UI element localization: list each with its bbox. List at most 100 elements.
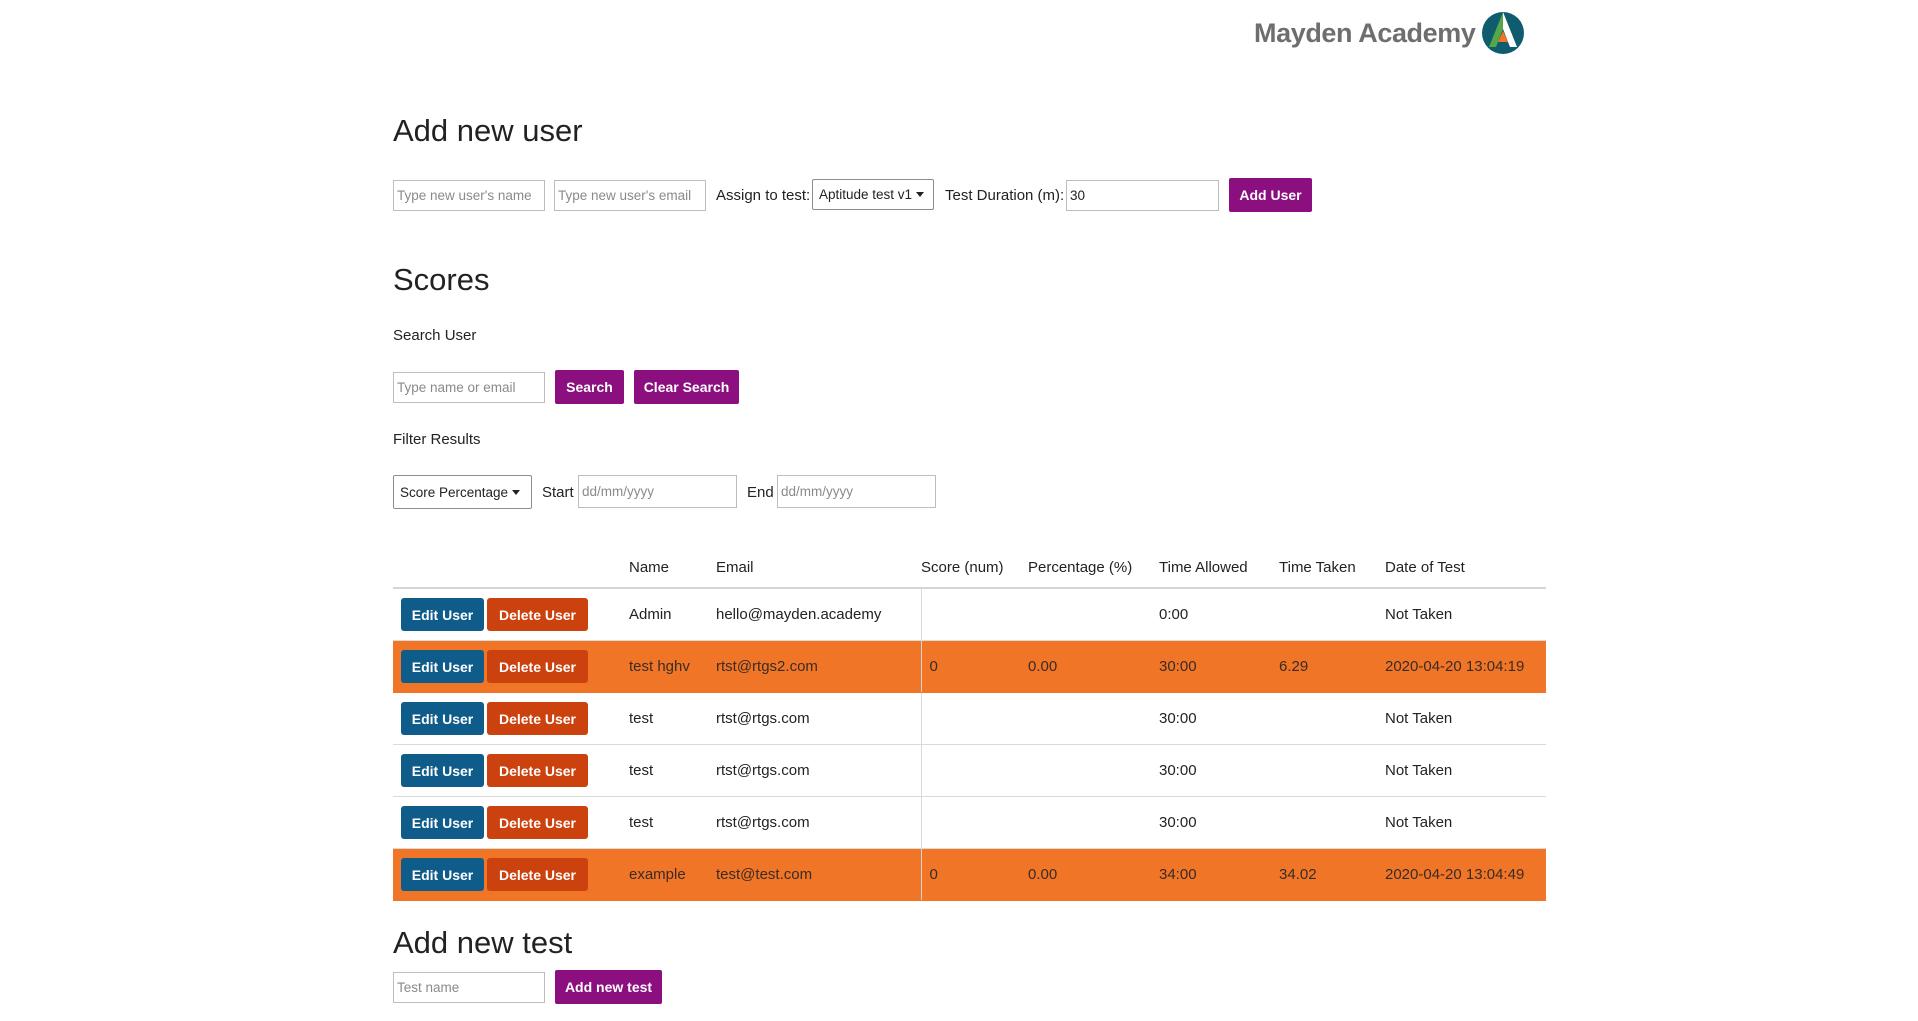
user-email: rtst@rtgs.com [716, 744, 921, 797]
table-row: Edit User Delete User test rtst@rtgs.com … [393, 796, 1546, 849]
filter-select[interactable]: Score Percentage [393, 475, 532, 509]
test-date: Not Taken [1385, 744, 1546, 797]
edit-user-button[interactable]: Edit User [401, 858, 484, 891]
assign-test-label: Assign to test: [716, 187, 811, 204]
table-row: Edit User Delete User test hghv rtst@rtgs… [393, 640, 1546, 693]
score-num [920, 796, 1028, 849]
test-date: Not Taken [1385, 692, 1546, 745]
test-duration-input[interactable] [1066, 180, 1219, 211]
user-email: hello@mayden.academy [716, 588, 921, 641]
new-user-name-input[interactable] [393, 180, 545, 211]
time-taken [1279, 692, 1385, 745]
brand-logo: Mayden Academy [1254, 8, 1527, 58]
score-num [920, 744, 1028, 797]
time-taken: 34.02 [1279, 848, 1385, 901]
scores-title: Scores [393, 262, 490, 297]
test-name-input[interactable] [393, 972, 545, 1003]
academy-logo-icon [1481, 12, 1524, 54]
user-name: test [629, 744, 716, 797]
clear-search-button[interactable]: Clear Search [634, 370, 739, 404]
user-name: test [629, 796, 716, 849]
delete-user-button[interactable]: Delete User [487, 650, 588, 683]
edit-user-button[interactable]: Edit User [401, 806, 484, 839]
score-num: 0 [920, 640, 1028, 693]
column-header: Date of Test [1385, 548, 1546, 589]
test-date: Not Taken [1385, 796, 1546, 849]
start-date-input[interactable] [578, 475, 737, 508]
user-name: test hghv [629, 640, 716, 693]
chevron-down-icon [916, 192, 925, 197]
score-percentage [1028, 692, 1159, 745]
test-date: 2020-04-20 13:04:19 [1385, 640, 1546, 693]
column-header: Time Allowed [1159, 548, 1279, 589]
score-percentage [1028, 744, 1159, 797]
time-allowed: 34:00 [1159, 848, 1279, 901]
test-duration-label: Test Duration (m): [945, 187, 1065, 204]
user-email: rtst@rtgs.com [716, 796, 921, 849]
scores-table: Name Email Score (num) Percentage (%) Ti… [393, 548, 1546, 901]
column-header: Percentage (%) [1028, 548, 1159, 589]
user-email: test@test.com [716, 848, 921, 901]
filter-results-label: Filter Results [393, 431, 481, 448]
end-date-input[interactable] [777, 475, 936, 508]
brand-name: Mayden Academy [1254, 17, 1476, 48]
actions-header [393, 548, 629, 589]
search-user-label: Search User [393, 327, 477, 344]
delete-user-button[interactable]: Delete User [487, 806, 588, 839]
time-allowed: 30:00 [1159, 796, 1279, 849]
test-date: Not Taken [1385, 588, 1546, 641]
edit-user-button[interactable]: Edit User [401, 598, 484, 631]
time-taken [1279, 796, 1385, 849]
user-name: example [629, 848, 716, 901]
table-row: Edit User Delete User Admin hello@mayden.… [393, 588, 1546, 641]
add-test-button[interactable]: Add new test [555, 970, 662, 1004]
column-header: Name [629, 548, 716, 589]
delete-user-button[interactable]: Delete User [487, 754, 588, 787]
time-allowed: 30:00 [1159, 640, 1279, 693]
row-actions: Edit User Delete User [393, 744, 629, 797]
time-taken [1279, 744, 1385, 797]
edit-user-button[interactable]: Edit User [401, 754, 484, 787]
table-row: Edit User Delete User test rtst@rtgs.com … [393, 744, 1546, 797]
delete-user-button[interactable]: Delete User [487, 598, 588, 631]
delete-user-button[interactable]: Delete User [487, 702, 588, 735]
time-allowed: 30:00 [1159, 692, 1279, 745]
row-actions: Edit User Delete User [393, 848, 629, 901]
delete-user-button[interactable]: Delete User [487, 858, 588, 891]
score-percentage: 0.00 [1028, 848, 1159, 901]
row-actions: Edit User Delete User [393, 692, 629, 745]
column-header: Time Taken [1279, 548, 1385, 589]
edit-user-button[interactable]: Edit User [401, 702, 484, 735]
score-num: 0 [920, 848, 1028, 901]
table-header-row: Name Email Score (num) Percentage (%) Ti… [393, 548, 1546, 589]
add-user-button[interactable]: Add User [1229, 178, 1312, 212]
table-row: Edit User Delete User test rtst@rtgs.com … [393, 692, 1546, 745]
row-actions: Edit User Delete User [393, 588, 629, 641]
score-num [920, 692, 1028, 745]
filter-value: Score Percentage [400, 484, 509, 500]
search-input[interactable] [393, 372, 545, 403]
search-button[interactable]: Search [555, 370, 624, 404]
score-num [920, 588, 1028, 641]
column-header: Email [716, 548, 921, 589]
column-header: Score (num) [921, 548, 1028, 589]
assign-test-select[interactable]: Aptitude test v1 [812, 179, 934, 210]
score-percentage: 0.00 [1028, 640, 1159, 693]
time-taken [1279, 588, 1385, 641]
user-email: rtst@rtgs2.com [716, 640, 921, 693]
score-percentage [1028, 796, 1159, 849]
new-user-email-input[interactable] [554, 180, 706, 211]
assign-test-value: Aptitude test v1 [819, 187, 913, 202]
start-date-label: Start [542, 484, 574, 501]
row-actions: Edit User Delete User [393, 640, 629, 693]
add-test-title: Add new test [393, 925, 573, 960]
user-name: Admin [629, 588, 716, 641]
edit-user-button[interactable]: Edit User [401, 650, 484, 683]
end-date-label: End [747, 484, 774, 501]
time-allowed: 0:00 [1159, 588, 1279, 641]
add-user-title: Add new user [393, 113, 583, 148]
time-taken: 6.29 [1279, 640, 1385, 693]
row-actions: Edit User Delete User [393, 796, 629, 849]
test-date: 2020-04-20 13:04:49 [1385, 848, 1546, 901]
table-row: Edit User Delete User example test@test.c… [393, 848, 1546, 901]
